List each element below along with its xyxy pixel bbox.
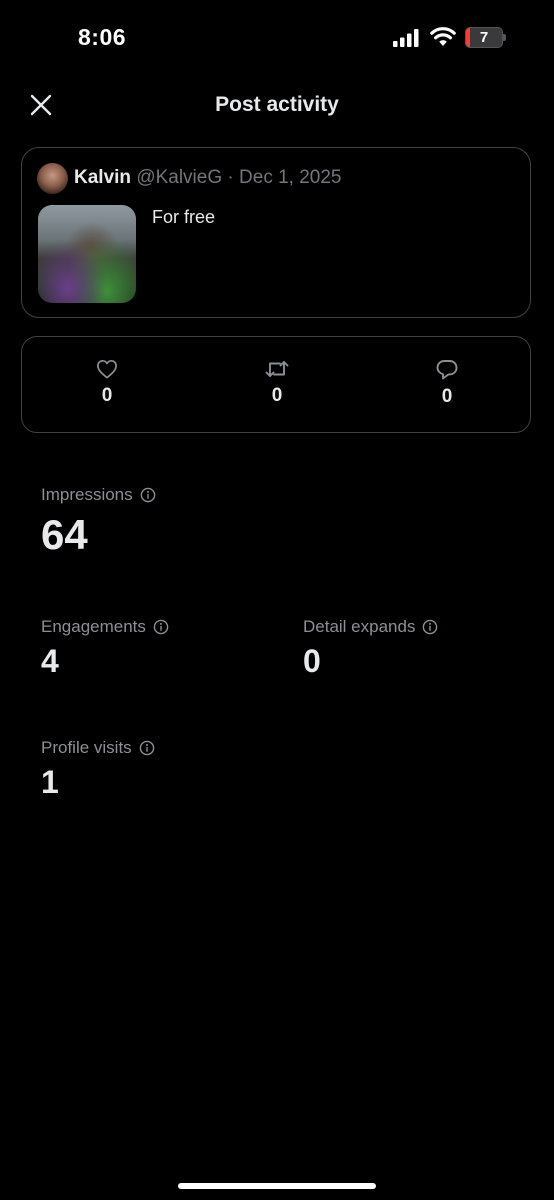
author-handle[interactable]: @KalvieG: [136, 167, 222, 188]
engagements-label: Engagements: [41, 617, 146, 636]
reposts-count: 0: [271, 385, 283, 406]
engagements-label-row: Engagements: [41, 617, 169, 637]
detail-expands-value: 0: [303, 643, 321, 679]
author-name[interactable]: Kalvin: [74, 167, 131, 188]
reposts-metric[interactable]: 0: [237, 359, 317, 407]
impressions-label-row: Impressions: [41, 485, 156, 505]
separator: ·: [227, 167, 234, 188]
detail-expands-label: Detail expands: [303, 617, 416, 636]
info-icon[interactable]: [140, 487, 156, 503]
reply-icon: [436, 360, 458, 380]
status-bar: 8:06 7: [0, 0, 554, 76]
replies-metric[interactable]: 0: [407, 359, 487, 408]
post-media-thumbnail[interactable]: [38, 205, 136, 303]
cellular-signal-icon: [393, 29, 419, 47]
post-date: Dec 1, 2025: [239, 167, 342, 188]
status-time: 8:06: [78, 24, 127, 50]
impressions-value: 64: [41, 511, 88, 558]
home-indicator[interactable]: [178, 1183, 376, 1189]
post-text: For free: [152, 207, 216, 227]
wifi-icon: [430, 27, 456, 46]
detail-expands-label-row: Detail expands: [303, 617, 438, 637]
battery-level: 7: [479, 29, 489, 46]
repost-icon: [265, 361, 289, 377]
info-icon[interactable]: [422, 619, 438, 635]
page-title: Post activity: [215, 93, 339, 116]
profile-visits-label: Profile visits: [41, 738, 132, 757]
heart-icon: [97, 359, 117, 379]
profile-visits-value: 1: [41, 764, 59, 800]
info-icon[interactable]: [153, 619, 169, 635]
replies-count: 0: [441, 386, 453, 407]
impressions-label: Impressions: [41, 485, 133, 504]
battery-indicator: 7: [465, 27, 507, 48]
avatar[interactable]: [37, 163, 68, 194]
likes-count: 0: [101, 385, 113, 406]
likes-metric[interactable]: 0: [67, 359, 147, 407]
engagements-value: 4: [41, 643, 59, 679]
info-icon[interactable]: [139, 740, 155, 756]
interaction-metrics-card: 0 0 0: [21, 336, 531, 433]
post-preview-card[interactable]: Kalvin @KalvieG · Dec 1, 2025 For free: [21, 147, 531, 318]
profile-visits-label-row: Profile visits: [41, 738, 155, 758]
post-header: Kalvin @KalvieG · Dec 1, 2025: [74, 166, 342, 190]
